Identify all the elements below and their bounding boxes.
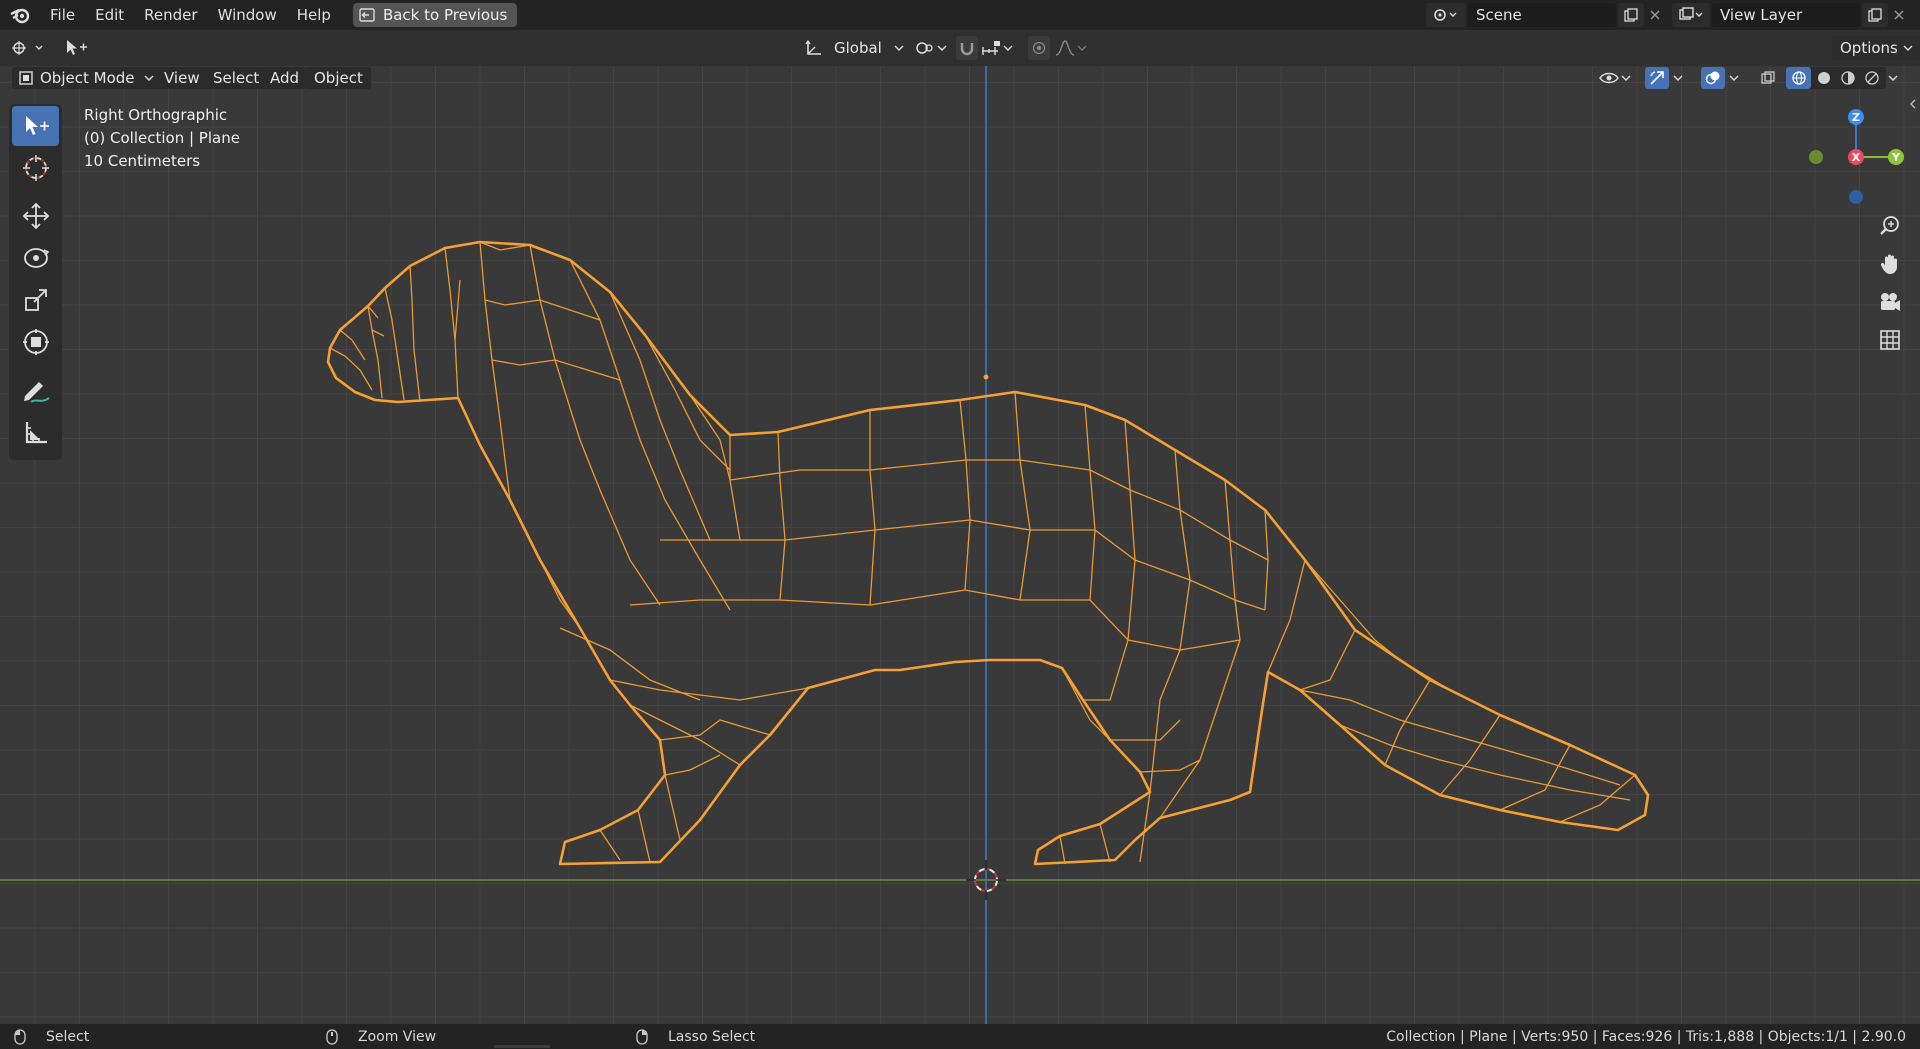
status-bar: Select Zoom View Lasso Select Collection…: [0, 1024, 1920, 1049]
annotate-pencil-icon: [23, 382, 50, 403]
menu-add[interactable]: Add: [262, 67, 308, 89]
status-lasso-select-label: Lasso Select: [668, 1028, 756, 1045]
gizmo-y-label: Y: [1891, 151, 1901, 164]
scale-label: 10 Centimeters: [84, 152, 201, 170]
mouse-left-icon: [14, 1028, 26, 1045]
annotate-tool[interactable]: [12, 370, 59, 410]
object-mode-icon: [19, 71, 33, 85]
gizmo-toggle-icon[interactable]: [1645, 67, 1669, 89]
select-box-tool[interactable]: [12, 106, 59, 146]
overlays-dropdown[interactable]: [1728, 67, 1744, 89]
gizmo-neg-y-axis[interactable]: [1809, 150, 1823, 164]
tool-shelf: [9, 104, 62, 460]
mouse-right-icon: [636, 1028, 648, 1045]
zoom-view-button[interactable]: [1872, 210, 1908, 242]
chevron-down-icon: [1888, 75, 1898, 81]
status-lasso-select: Lasso Select: [636, 1024, 755, 1049]
measure-tool[interactable]: [12, 412, 59, 452]
collection-info-label: (0) Collection | Plane: [84, 129, 240, 147]
menu-object[interactable]: Object: [306, 67, 371, 89]
material-shading-icon[interactable]: [1836, 67, 1860, 89]
status-bar-divider: [494, 1045, 550, 1048]
camera-view-button[interactable]: [1872, 286, 1908, 318]
menu-select[interactable]: Select: [205, 67, 268, 89]
status-select: Select: [14, 1024, 89, 1049]
status-select-label: Select: [46, 1028, 90, 1045]
pan-view-button[interactable]: [1872, 248, 1908, 280]
mouse-middle-icon: [326, 1028, 338, 1045]
zoom-magnifier-icon: [1880, 216, 1899, 235]
otter-wireframe-mesh[interactable]: [326, 240, 1650, 866]
chevron-down-icon: [144, 75, 153, 81]
transform-icon: [22, 329, 49, 355]
xray-toggle-icon[interactable]: [1757, 67, 1779, 89]
hand-icon: [1880, 254, 1897, 274]
scale-tool[interactable]: [12, 280, 59, 320]
eye-icon: [1599, 72, 1619, 84]
grid-icon: [1880, 330, 1900, 350]
rotate-icon: [23, 248, 49, 268]
wireframe-shading-icon[interactable]: [1786, 67, 1811, 89]
select-arrow-icon: [25, 116, 49, 135]
menu-view[interactable]: View: [156, 67, 208, 89]
view-name-label: Right Orthographic: [84, 106, 228, 124]
solid-shading-icon[interactable]: [1812, 67, 1836, 89]
cursor-tool[interactable]: [12, 148, 59, 188]
shading-dropdown[interactable]: [1887, 67, 1903, 89]
mode-label: Object Mode: [40, 69, 135, 87]
scale-icon: [24, 289, 47, 311]
scene-overlay: [0, 66, 1920, 1024]
camera-icon: [1881, 293, 1900, 311]
navigation-gizmo[interactable]: Z Y X: [1798, 100, 1908, 210]
chevron-down-icon: [1729, 75, 1739, 81]
chevron-down-icon: [1621, 75, 1631, 81]
object-origin: [983, 374, 989, 380]
gizmo-neg-z-axis[interactable]: [1849, 190, 1863, 204]
transform-tool[interactable]: [12, 322, 59, 362]
gizmo-dropdown[interactable]: [1672, 67, 1688, 89]
status-zoom-view-label: Zoom View: [358, 1028, 437, 1045]
status-zoom-view: Zoom View: [326, 1024, 436, 1049]
gizmo-x-label: X: [1852, 151, 1861, 164]
move-tool[interactable]: [12, 196, 59, 236]
viewport-header: Object Mode View Select Add Object: [0, 66, 1920, 109]
visibility-dropdown[interactable]: [1598, 67, 1632, 89]
overlays-toggle-icon[interactable]: [1701, 67, 1725, 89]
gizmo-z-label: Z: [1852, 111, 1860, 124]
rendered-shading-icon[interactable]: [1860, 67, 1884, 89]
sidebar-toggle-icon[interactable]: [1908, 94, 1920, 114]
cursor-icon: [22, 155, 49, 181]
scene-statistics: Collection | Plane | Verts:950 | Faces:9…: [1386, 1028, 1906, 1045]
chevron-down-icon: [1673, 75, 1683, 81]
rotate-tool[interactable]: [12, 238, 59, 278]
move-icon: [22, 202, 49, 230]
measure-ruler-icon: [25, 422, 47, 444]
mode-dropdown[interactable]: Object Mode: [12, 67, 161, 89]
toggle-perspective-button[interactable]: [1872, 324, 1908, 356]
